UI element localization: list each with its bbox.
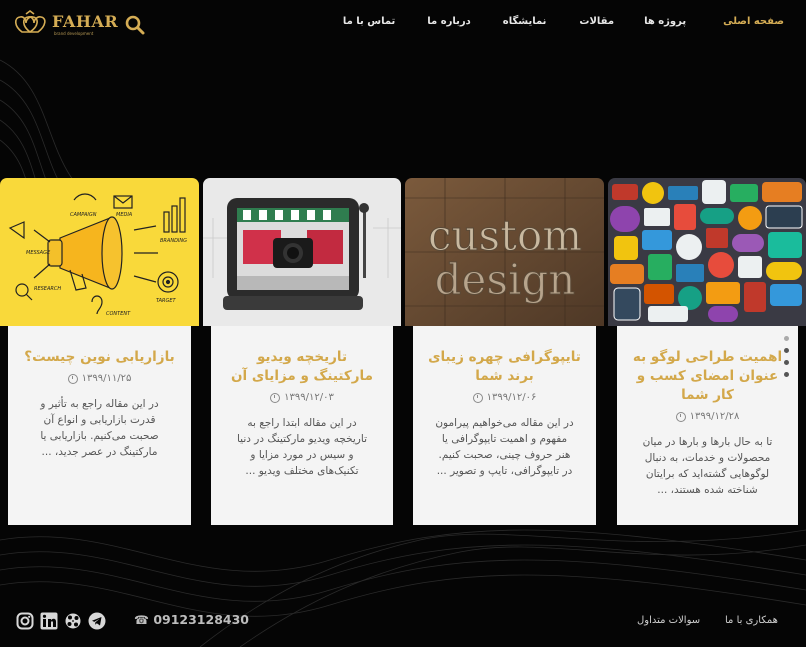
card-image-new-marketing[interactable]: MESSAGE RESEARCH CONTENT TARGET CAMPAIGN… <box>0 178 199 326</box>
clock-icon <box>67 373 78 384</box>
card-title[interactable]: تایپوگرافی چهره زیبای برند شما <box>413 348 596 386</box>
article-card-typography[interactable]: تایپوگرافی چهره زیبای برند شما ۱۳۹۹/۱۲/۰… <box>413 326 596 525</box>
instagram-icon[interactable] <box>16 612 34 630</box>
card-image-logo-design[interactable] <box>608 178 806 326</box>
megaphone-marketing-doodle-image: MESSAGE RESEARCH CONTENT TARGET CAMPAIGN… <box>0 178 199 326</box>
linkedin-icon[interactable] <box>40 612 58 630</box>
card-date: ۱۳۹۹/۱۱/۲۵ <box>8 373 191 384</box>
phone-icon: ☎ <box>134 613 149 627</box>
phone-number: 09123128430 <box>153 612 249 627</box>
card-date: ۱۳۹۹/۱۲/۲۸ <box>617 411 798 422</box>
card-excerpt: در این مقاله ابتدا راجع به تاریخچه ویدیو… <box>236 417 367 477</box>
carousel-dot-3[interactable] <box>784 360 789 365</box>
nav-item-projects[interactable]: پروژه ها <box>644 16 686 27</box>
clock-icon <box>472 392 483 403</box>
carousel-dot-4[interactable] <box>784 372 789 377</box>
video-marketing-tablet-image <box>203 178 401 326</box>
main-nav: صفحه اصلی پروژه ها مقالات نمایشگاه دربار… <box>343 16 784 27</box>
card-excerpt: در این مقاله راجع به تأثیر و قدرت بازاری… <box>40 398 159 458</box>
phone-link[interactable]: ☎ 09123128430 <box>134 612 249 627</box>
image-word-custom: custom <box>428 211 582 260</box>
doodle-label-message: MESSAGE <box>26 250 51 256</box>
brand-name: FAHAR <box>52 12 119 31</box>
nav-item-about[interactable]: درباره ما <box>427 16 471 27</box>
nav-item-home[interactable]: صفحه اصلی <box>723 16 784 27</box>
site-footer: ☎ 09123128430 سوالات متداول همکاری با ما <box>0 600 806 647</box>
article-card-logo-design[interactable]: اهمیت طراحی لوگو به عنوان امضای کسب و کا… <box>617 326 798 525</box>
telegram-icon[interactable] <box>88 612 106 630</box>
carousel-dot-1[interactable] <box>784 336 789 341</box>
doodle-label-media: MEDIA <box>116 212 133 218</box>
nav-item-contact[interactable]: تماس با ما <box>343 16 395 27</box>
social-links <box>16 612 106 630</box>
doodle-label-campaign: CAMPAIGN <box>70 212 97 218</box>
article-card-new-marketing[interactable]: بازاریابی نوین چیست؟ ۱۳۹۹/۱۱/۲۵ در این م… <box>8 326 191 525</box>
aparat-icon[interactable] <box>64 612 82 630</box>
site-header: FAHAR brand development صفحه اصلی پروژه … <box>0 0 806 50</box>
brand-logo[interactable]: FAHAR brand development <box>12 10 118 38</box>
image-word-design: design <box>435 255 576 304</box>
custom-design-letterpress-image: custom design <box>405 178 604 326</box>
date-text: ۱۳۹۹/۱۱/۲۵ <box>81 373 132 384</box>
card-image-video-marketing[interactable] <box>203 178 401 326</box>
articles-carousel: اهمیت طراحی لوگو به عنوان امضای کسب و کا… <box>0 178 806 528</box>
date-text: ۱۳۹۹/۱۲/۰۳ <box>284 392 334 403</box>
doodle-label-branding: BRANDING <box>160 238 187 244</box>
card-excerpt: تا به حال بارها و بارها در میان محصولات … <box>642 436 773 496</box>
footer-link-faq[interactable]: سوالات متداول <box>637 615 700 626</box>
carousel-dot-2[interactable] <box>784 348 789 353</box>
card-title[interactable]: تاریخچه ویدیو مارکتینگ و مزایای آن <box>211 348 393 386</box>
date-text: ۱۳۹۹/۱۲/۲۸ <box>689 411 740 422</box>
article-card-video-marketing[interactable]: تاریخچه ویدیو مارکتینگ و مزایای آن ۱۳۹۹/… <box>211 326 393 525</box>
nav-item-exhibition[interactable]: نمایشگاه <box>503 16 547 27</box>
carousel-pagination <box>784 336 789 384</box>
card-title[interactable]: بازاریابی نوین چیست؟ <box>8 348 191 367</box>
clock-icon <box>270 392 281 403</box>
card-excerpt: در این مقاله می‌خواهیم پیرامون مفهوم و ا… <box>435 417 574 477</box>
date-text: ۱۳۹۹/۱۲/۰۶ <box>486 392 537 403</box>
logo-mark-icon <box>14 10 46 33</box>
card-date: ۱۳۹۹/۱۲/۰۶ <box>413 392 596 403</box>
doodle-label-content: CONTENT <box>106 311 131 317</box>
doodle-label-target: TARGET <box>156 298 177 304</box>
sticker-collage-image <box>608 178 806 326</box>
doodle-label-research: RESEARCH <box>34 286 61 292</box>
card-date: ۱۳۹۹/۱۲/۰۳ <box>211 392 393 403</box>
nav-item-articles[interactable]: مقالات <box>579 16 614 27</box>
brand-tagline: brand development <box>54 31 94 36</box>
clock-icon <box>675 411 686 422</box>
card-title[interactable]: اهمیت طراحی لوگو به عنوان امضای کسب و کا… <box>617 348 798 405</box>
search-icon[interactable] <box>124 14 146 36</box>
footer-link-cooperate[interactable]: همکاری با ما <box>725 615 778 626</box>
card-image-typography[interactable]: custom design <box>405 178 604 326</box>
